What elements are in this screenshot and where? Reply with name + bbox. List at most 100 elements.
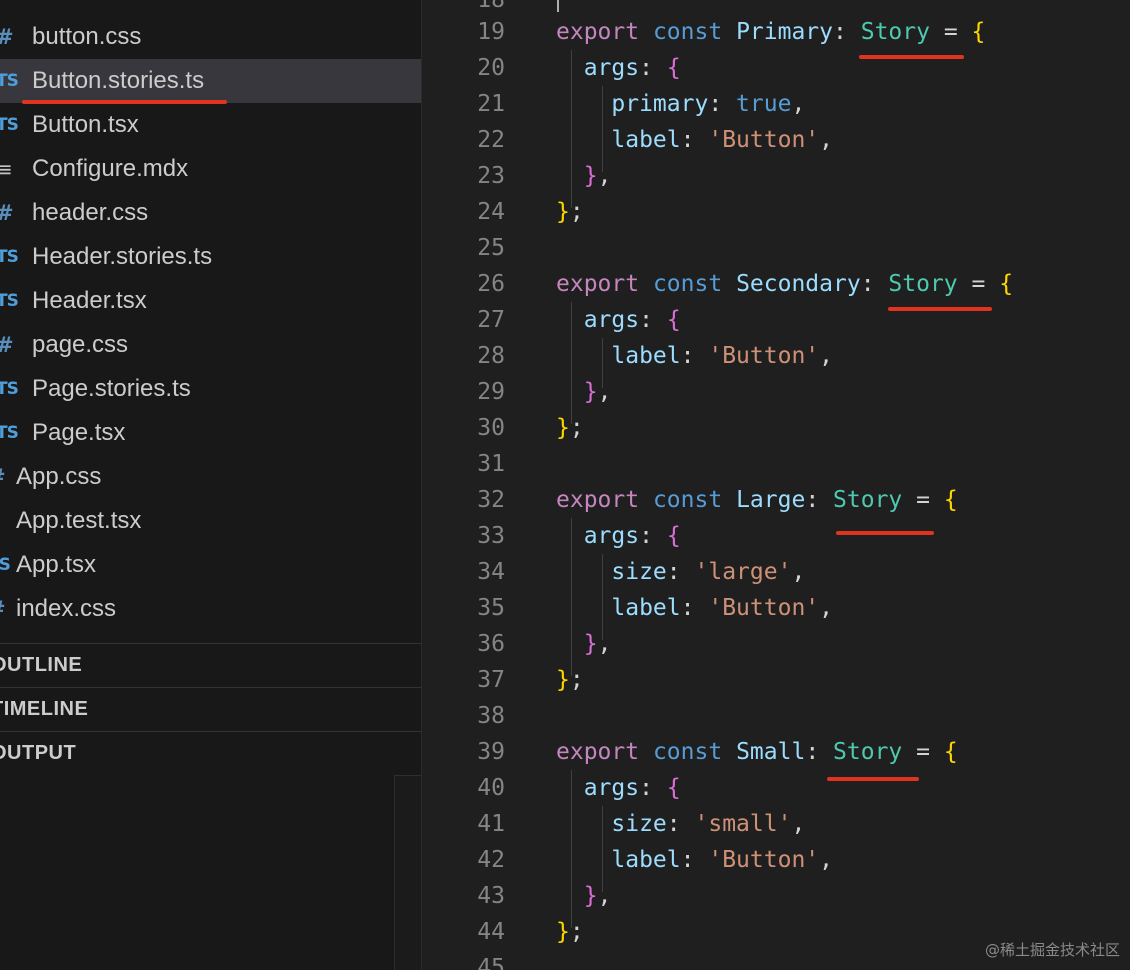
line-number: 41 bbox=[477, 811, 505, 837]
annotation-underline bbox=[888, 307, 992, 311]
file-item[interactable]: TSApp.tsx bbox=[0, 543, 421, 587]
file-item[interactable]: TS Button.tsx bbox=[0, 103, 421, 147]
file-item[interactable]: # index.css bbox=[0, 587, 421, 631]
annotation-underline bbox=[859, 55, 964, 59]
folder-item-assets[interactable]: assets bbox=[0, 0, 421, 8]
section-output[interactable]: OUTPUT bbox=[0, 731, 421, 775]
file-name: App.css bbox=[16, 463, 102, 490]
type-annotation-token: Story bbox=[860, 19, 930, 45]
code-line[interactable]: label: 'Button', bbox=[556, 590, 833, 626]
line-number: 28 bbox=[477, 343, 505, 369]
line-number: 43 bbox=[477, 883, 505, 909]
file-item[interactable]: TS Header.tsx bbox=[0, 279, 421, 323]
code-line[interactable]: }, bbox=[556, 374, 612, 410]
watermark: @稀土掘金技术社区 bbox=[984, 941, 1120, 959]
file-item[interactable]: ⚗ App.test.tsx bbox=[0, 499, 421, 543]
section-outline[interactable]: OUTLINE bbox=[0, 643, 421, 687]
code-line[interactable]: }; bbox=[556, 914, 584, 950]
code-line[interactable]: args: { bbox=[556, 50, 681, 86]
code-line[interactable]: args: { bbox=[556, 518, 681, 554]
line-number: 27 bbox=[477, 307, 505, 333]
file-item[interactable]: # page.css bbox=[0, 323, 421, 367]
css-file-icon: # bbox=[0, 15, 14, 59]
file-item[interactable]: TS Header.stories.ts bbox=[0, 235, 421, 279]
line-number: 37 bbox=[477, 667, 505, 693]
code-line[interactable]: export const Secondary: Story = { bbox=[556, 266, 1013, 302]
code-line[interactable]: export const Small: Story = { bbox=[556, 734, 958, 770]
ts-file-icon: TS bbox=[0, 543, 11, 587]
code-line[interactable]: size: 'large', bbox=[556, 554, 805, 590]
line-number: 35 bbox=[477, 595, 505, 621]
folder-name: assets bbox=[32, 0, 101, 8]
line-number: 22 bbox=[477, 127, 505, 153]
file-item[interactable]: # App.css bbox=[0, 455, 421, 499]
ts-file-icon: TS bbox=[0, 423, 19, 443]
indent-guide bbox=[602, 338, 603, 388]
code-editor[interactable]: 18 19 export const Primary: Story = {20 a… bbox=[423, 0, 1130, 970]
file-item[interactable]: TS Page.stories.ts bbox=[0, 367, 421, 411]
section-timeline[interactable]: TIMELINE bbox=[0, 687, 421, 731]
file-name: Page.stories.ts bbox=[32, 375, 191, 402]
code-line[interactable]: args: { bbox=[556, 302, 681, 338]
file-name: Header.tsx bbox=[32, 287, 147, 314]
code-line[interactable]: label: 'Button', bbox=[556, 338, 833, 374]
code-line[interactable]: }, bbox=[556, 158, 612, 194]
file-item[interactable]: # button.css bbox=[0, 15, 421, 59]
code-line[interactable]: export const Primary: Story = { bbox=[556, 14, 985, 50]
file-item[interactable]: # header.css bbox=[0, 191, 421, 235]
line-number: 36 bbox=[477, 631, 505, 657]
line-number: 39 bbox=[477, 739, 505, 765]
line-number: 40 bbox=[477, 775, 505, 801]
file-item[interactable]: ≡ Configure.mdx bbox=[0, 147, 421, 191]
test-file-icon: ⚗ bbox=[0, 499, 1, 543]
type-annotation-token: Story bbox=[888, 271, 958, 297]
section-output-label: OUTPUT bbox=[0, 742, 77, 764]
explorer-sidebar: assets # button.css TS Button.stories.ts TS B… bbox=[0, 0, 422, 970]
code-line[interactable]: primary: true, bbox=[556, 86, 805, 122]
code-line[interactable]: size: 'small', bbox=[556, 806, 805, 842]
code-line[interactable]: export const Large: Story = { bbox=[556, 482, 958, 518]
file-name: App.test.tsx bbox=[16, 507, 142, 534]
code-line[interactable]: }, bbox=[556, 626, 612, 662]
file-name: page.css bbox=[32, 331, 129, 358]
type-annotation-token: Story bbox=[833, 739, 903, 765]
line-number: 45 bbox=[477, 955, 505, 970]
indent-guide bbox=[602, 554, 603, 640]
code-line[interactable]: label: 'Button', bbox=[556, 842, 833, 878]
ts-file-icon: TS bbox=[0, 247, 19, 267]
css-file-icon: # bbox=[0, 191, 14, 235]
section-outline-label: OUTLINE bbox=[0, 654, 83, 676]
code-line[interactable]: }, bbox=[556, 878, 612, 914]
file-name: Configure.mdx bbox=[32, 155, 189, 182]
file-item[interactable]: TS Button.stories.ts bbox=[0, 59, 421, 104]
code-line[interactable]: }; bbox=[556, 194, 584, 230]
file-name: Button.stories.ts bbox=[32, 67, 205, 94]
code-line[interactable]: label: 'Button', bbox=[556, 122, 833, 158]
code-line[interactable]: }; bbox=[556, 662, 584, 698]
section-timeline-label: TIMELINE bbox=[0, 698, 89, 720]
line-number: 38 bbox=[477, 703, 505, 729]
type-annotation-token: Story bbox=[833, 487, 903, 513]
css-file-icon: # bbox=[0, 323, 14, 367]
line-number: 34 bbox=[477, 559, 505, 585]
code-line[interactable]: }; bbox=[556, 410, 584, 446]
indent-guide bbox=[571, 770, 572, 928]
line-number: 44 bbox=[477, 919, 505, 945]
file-name: Page.tsx bbox=[32, 419, 126, 446]
file-name: button.css bbox=[32, 23, 142, 50]
indent-guide bbox=[602, 86, 603, 172]
code-line[interactable]: args: { bbox=[556, 770, 681, 806]
file-name: header.css bbox=[32, 199, 149, 226]
line-number: 30 bbox=[477, 415, 505, 441]
annotation-underline bbox=[827, 777, 919, 781]
indent-guide bbox=[571, 518, 572, 676]
ts-file-icon: TS bbox=[0, 291, 19, 311]
mdx-file-icon: ≡ bbox=[0, 147, 13, 191]
ts-file-icon: TS bbox=[0, 71, 19, 91]
annotation-underline bbox=[836, 531, 934, 535]
file-item[interactable]: TS Page.tsx bbox=[0, 411, 421, 455]
line-number: 23 bbox=[477, 163, 505, 189]
line-number: 26 bbox=[477, 271, 505, 297]
line-number: 33 bbox=[477, 523, 505, 549]
file-name: index.css bbox=[16, 595, 117, 622]
